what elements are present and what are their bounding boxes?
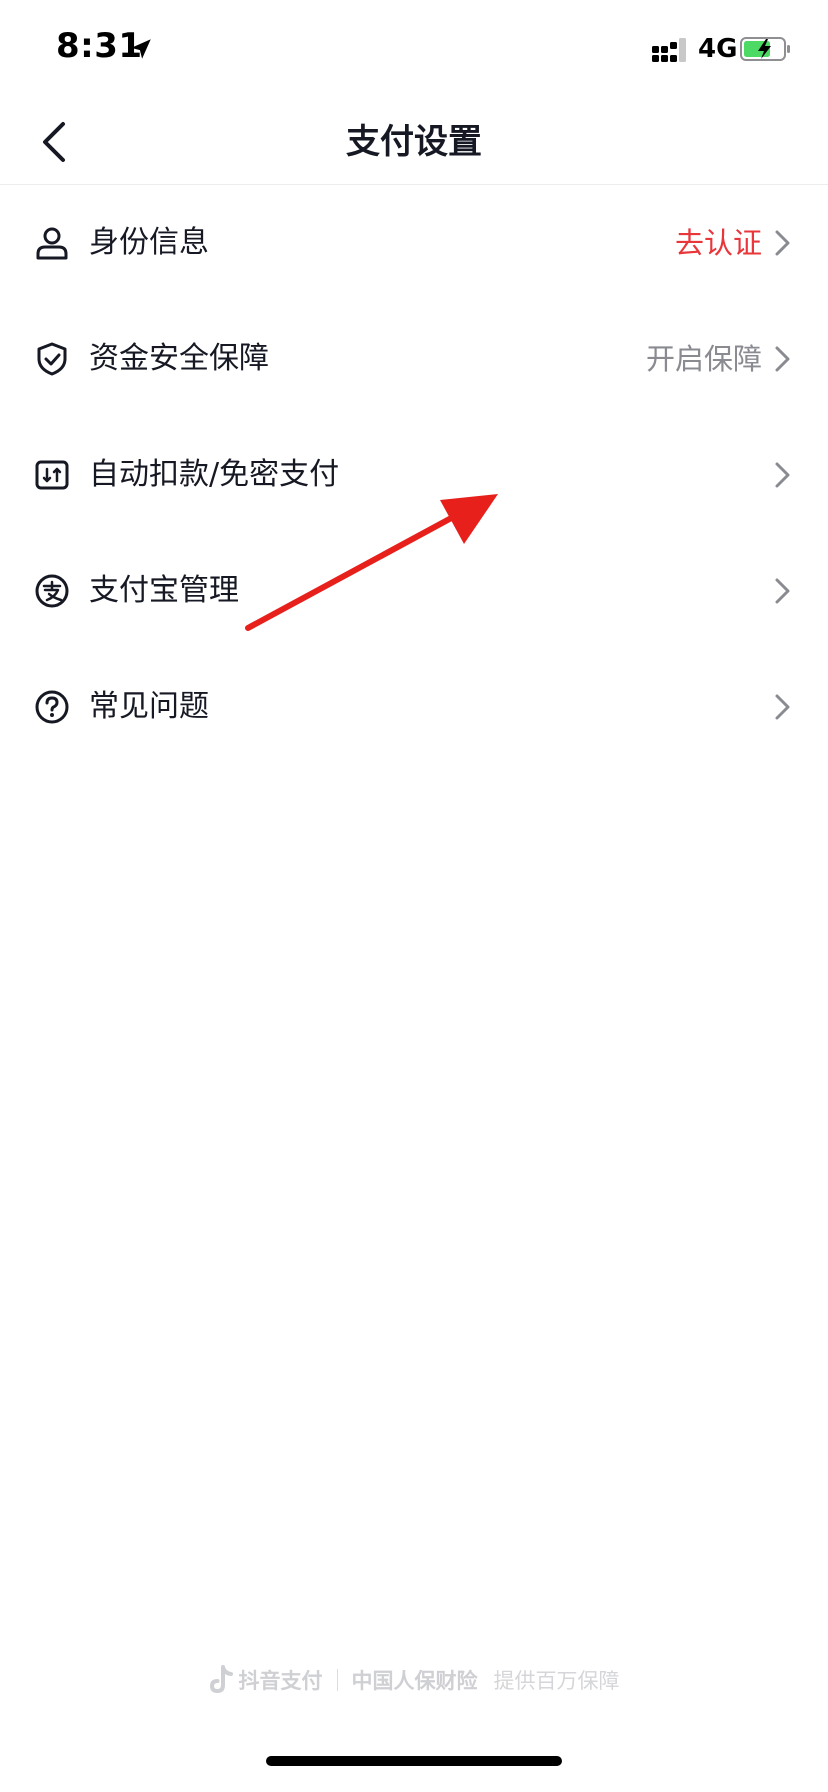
- auto-deduct-icon: [35, 460, 69, 490]
- menu-item-label: 资金安全保障: [89, 341, 269, 376]
- footer-brand-douyin-pay: 抖音支付: [238, 1669, 323, 1693]
- location-arrow-icon: [131, 39, 151, 59]
- chevron-right-icon: [775, 346, 790, 372]
- menu-item-label: 身份信息: [89, 225, 209, 260]
- menu-item-faq[interactable]: 常见问题: [0, 649, 828, 765]
- signal-icon: [652, 38, 686, 62]
- page-title: 支付设置: [346, 122, 482, 162]
- home-indicator[interactable]: [266, 1756, 562, 1766]
- footer-divider: [336, 1669, 338, 1691]
- chevron-right-icon: [775, 694, 790, 720]
- status-bar: 8:31 4G: [0, 0, 828, 100]
- chevron-right-icon: [775, 462, 790, 488]
- protection-status: 开启保障: [645, 342, 762, 376]
- user-icon: [36, 227, 68, 260]
- chevron-right-icon: [775, 230, 790, 256]
- network-label: 4G: [698, 34, 738, 64]
- menu-item-fund-security[interactable]: 资金安全保障 开启保障: [0, 301, 828, 417]
- battery-charging-icon: [740, 37, 790, 61]
- settings-menu: 身份信息 去认证 资金安全保障 开启保障 自动扣款/免密支付 支付宝管理 常见问…: [0, 185, 828, 765]
- chevron-right-icon: [775, 578, 790, 604]
- nav-bar: 支付设置: [0, 100, 828, 185]
- menu-item-label: 常见问题: [89, 689, 209, 724]
- alipay-icon: [35, 574, 69, 608]
- question-circle-icon: [35, 690, 69, 724]
- footer-slogan: 提供百万保障: [493, 1669, 620, 1693]
- verify-status: 去认证: [674, 226, 762, 260]
- menu-item-label: 支付宝管理: [89, 573, 239, 608]
- menu-item-identity[interactable]: 身份信息 去认证: [0, 185, 828, 301]
- shield-check-icon: [37, 342, 67, 376]
- footer-brand-picc: 中国人保财险: [351, 1669, 478, 1693]
- tiktok-icon: [209, 1665, 233, 1693]
- footer-brand: 抖音支付 中国人保财险 提供百万保障: [0, 1660, 828, 1700]
- annotation-arrow: [245, 494, 498, 631]
